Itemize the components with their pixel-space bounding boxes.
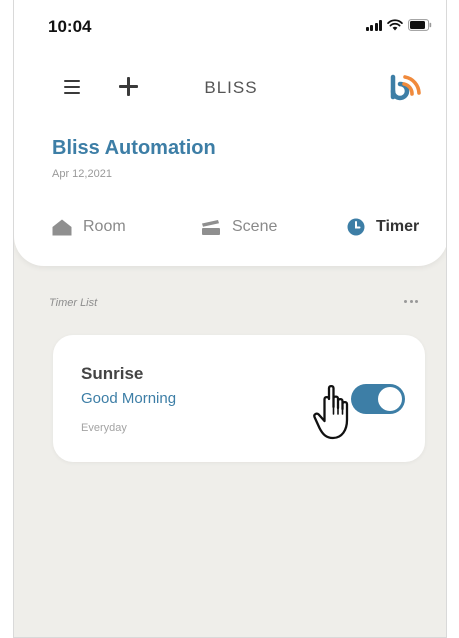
wifi-icon bbox=[387, 19, 403, 31]
bliss-logo-icon[interactable] bbox=[388, 71, 428, 105]
status-time: 10:04 bbox=[48, 17, 92, 36]
timer-list-title: Timer List bbox=[49, 297, 98, 309]
app-screen: 10:04 BLISS Bliss Automation Apr 12,2021… bbox=[13, 0, 447, 638]
tab-timer[interactable]: Timer bbox=[347, 212, 419, 242]
battery-icon bbox=[408, 19, 432, 31]
timer-toggle[interactable] bbox=[351, 384, 405, 414]
status-icons bbox=[365, 19, 433, 31]
app-header: BLISS bbox=[14, 68, 446, 108]
signal-icon bbox=[365, 20, 382, 31]
header-card: 10:04 BLISS Bliss Automation Apr 12,2021… bbox=[14, 0, 446, 266]
clock-icon bbox=[347, 218, 365, 236]
house-icon bbox=[52, 219, 72, 235]
tab-bar: Room Scene Timer bbox=[14, 212, 446, 242]
home-title: Bliss Automation bbox=[52, 137, 216, 159]
timer-name: Sunrise bbox=[81, 364, 144, 383]
status-bar: 10:04 bbox=[14, 0, 446, 44]
tab-room-label: Room bbox=[83, 218, 126, 235]
app-title: BLISS bbox=[204, 78, 258, 97]
home-date: Apr 12,2021 bbox=[52, 168, 112, 180]
tab-timer-label: Timer bbox=[376, 218, 420, 235]
timer-card[interactable]: Sunrise Good Morning Everyday bbox=[53, 335, 425, 462]
timer-description: Good Morning bbox=[81, 390, 177, 407]
tab-room[interactable]: Room bbox=[52, 212, 126, 242]
scene-icon bbox=[202, 220, 220, 235]
tab-scene[interactable]: Scene bbox=[201, 212, 277, 242]
more-options-icon[interactable] bbox=[404, 300, 418, 303]
toggle-knob bbox=[378, 387, 402, 411]
timer-repeat: Everyday bbox=[81, 422, 127, 434]
tab-scene-label: Scene bbox=[232, 218, 278, 235]
